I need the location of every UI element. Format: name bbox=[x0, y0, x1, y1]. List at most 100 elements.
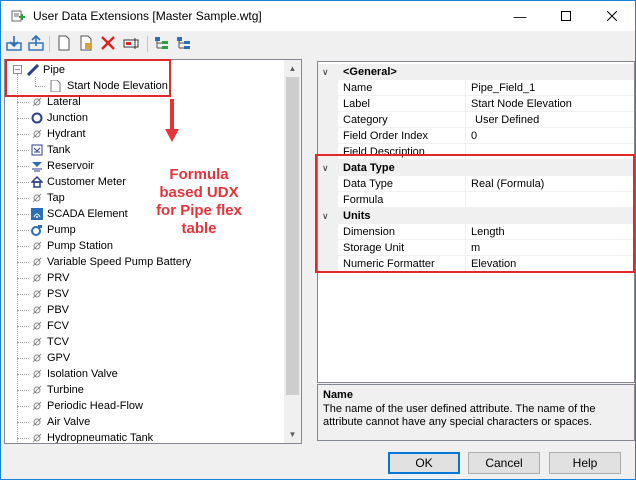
scada-icon bbox=[31, 208, 43, 220]
expand-all-icon bbox=[154, 35, 170, 54]
tree-connector bbox=[17, 118, 29, 119]
valve-icon bbox=[31, 304, 43, 316]
tap-icon bbox=[31, 192, 43, 204]
new-icon bbox=[56, 35, 72, 54]
property-row[interactable]: Label Start Node Elevation bbox=[318, 96, 634, 112]
collapse-chevron-icon[interactable]: ∨ bbox=[322, 64, 334, 80]
app-icon bbox=[11, 9, 25, 23]
annotation-line: table bbox=[181, 220, 217, 237]
reservoir-icon bbox=[31, 160, 43, 172]
tree-scrollbar[interactable]: ▲ ▼ bbox=[284, 60, 301, 443]
row-gutter bbox=[318, 112, 338, 128]
tree-connector bbox=[17, 262, 29, 263]
tree-connector bbox=[17, 422, 29, 423]
property-row[interactable]: Name Pipe_Field_1 bbox=[318, 80, 634, 96]
tree-item-label: Periodic Head-Flow bbox=[47, 400, 143, 412]
property-value[interactable]: User Defined bbox=[475, 112, 634, 128]
tree-connector bbox=[17, 406, 29, 407]
delete-button[interactable] bbox=[99, 35, 117, 53]
open-button[interactable] bbox=[77, 35, 95, 53]
pump-station-icon bbox=[31, 240, 43, 252]
scroll-down-icon[interactable]: ▼ bbox=[284, 426, 301, 443]
turbine-icon bbox=[31, 384, 43, 396]
scroll-up-icon[interactable]: ▲ bbox=[284, 60, 301, 77]
button-bar: OK Cancel Help bbox=[1, 444, 635, 479]
property-value[interactable]: Pipe_Field_1 bbox=[471, 80, 631, 96]
scroll-thumb[interactable] bbox=[286, 77, 299, 395]
tree-connector bbox=[17, 198, 29, 199]
tree-connector bbox=[17, 230, 29, 231]
tree-item-label: Hydropneumatic Tank bbox=[47, 432, 154, 444]
tree-connector bbox=[17, 294, 29, 295]
close-button[interactable] bbox=[589, 1, 635, 31]
tree-connector bbox=[17, 310, 29, 311]
tree-connector bbox=[17, 358, 29, 359]
tree-connector bbox=[17, 166, 29, 167]
ok-button[interactable]: OK bbox=[388, 452, 460, 474]
tree-item-label: Pump bbox=[47, 224, 76, 236]
tree-item-label: Turbine bbox=[47, 384, 84, 396]
property-name: Category bbox=[343, 112, 466, 128]
open-icon bbox=[78, 35, 94, 54]
toolbar-separator bbox=[49, 36, 50, 52]
tree-item-label: Junction bbox=[47, 112, 88, 124]
lateral-icon bbox=[31, 96, 43, 108]
property-name: Name bbox=[343, 80, 466, 96]
collapse-all-button[interactable] bbox=[175, 35, 193, 53]
tree-item-label: Variable Speed Pump Battery bbox=[47, 256, 192, 268]
tank-icon bbox=[31, 144, 43, 156]
annotation-line: for Pipe flex bbox=[156, 202, 242, 219]
import-button[interactable] bbox=[5, 35, 23, 53]
valve-icon bbox=[31, 352, 43, 364]
window-title: User Data Extensions [Master Sample.wtg] bbox=[33, 9, 262, 23]
category-header: <General> bbox=[343, 66, 397, 78]
expand-all-button[interactable] bbox=[153, 35, 171, 53]
tree-connector bbox=[17, 438, 29, 439]
tree-item-label: GPV bbox=[47, 352, 71, 364]
valve-icon bbox=[31, 288, 43, 300]
cancel-button[interactable]: Cancel bbox=[468, 452, 540, 474]
toolbar bbox=[1, 31, 635, 57]
category-general[interactable]: ∨ <General> bbox=[318, 64, 634, 80]
annotation-line: based UDX bbox=[159, 184, 239, 201]
toolbar-separator bbox=[147, 36, 148, 52]
minimize-button[interactable]: — bbox=[497, 1, 543, 31]
tree-connector bbox=[17, 326, 29, 327]
export-icon bbox=[28, 34, 44, 54]
tree-connector bbox=[17, 342, 29, 343]
close-icon bbox=[606, 9, 618, 24]
annotation-box-properties bbox=[315, 154, 635, 273]
tree-connector bbox=[17, 390, 29, 391]
property-row[interactable]: Field Order Index 0 bbox=[318, 128, 634, 144]
tree-connector bbox=[17, 182, 29, 183]
tree-connector bbox=[17, 278, 29, 279]
panel-splitter[interactable] bbox=[302, 59, 307, 444]
property-row[interactable]: Category User Defined bbox=[318, 112, 634, 128]
property-value[interactable]: 0 bbox=[471, 128, 631, 144]
export-button[interactable] bbox=[27, 34, 45, 54]
tree-connector bbox=[17, 102, 29, 103]
annotation-label: Formula based UDX for Pipe flex table bbox=[149, 166, 249, 238]
pump-icon bbox=[31, 224, 43, 236]
import-icon bbox=[6, 35, 22, 54]
air-valve-icon bbox=[31, 416, 43, 428]
tree-item-label: FCV bbox=[47, 320, 69, 332]
maximize-button[interactable] bbox=[543, 1, 589, 31]
tree-connector bbox=[17, 150, 29, 151]
new-button[interactable] bbox=[55, 35, 73, 53]
help-button[interactable]: Help bbox=[549, 452, 621, 474]
tree-item-label: Tap bbox=[47, 192, 65, 204]
tree-item-label: Hydrant bbox=[47, 128, 86, 140]
tree-connector bbox=[17, 374, 29, 375]
element-tree[interactable]: – Pipe Start Node Elevation Lateral Junct… bbox=[4, 59, 302, 444]
valve-icon bbox=[31, 272, 43, 284]
tree-item-label: PBV bbox=[47, 304, 70, 316]
rename-icon bbox=[123, 35, 141, 54]
tree-item-label: PSV bbox=[47, 288, 70, 300]
tree-item-label: Tank bbox=[47, 144, 71, 156]
tree-item-label: Customer Meter bbox=[47, 176, 126, 188]
property-value[interactable]: Start Node Elevation bbox=[471, 96, 631, 112]
description-panel: Name The name of the user defined attrib… bbox=[317, 384, 635, 441]
hydropneumatic-tank-icon bbox=[31, 432, 43, 443]
rename-button[interactable] bbox=[123, 35, 141, 53]
